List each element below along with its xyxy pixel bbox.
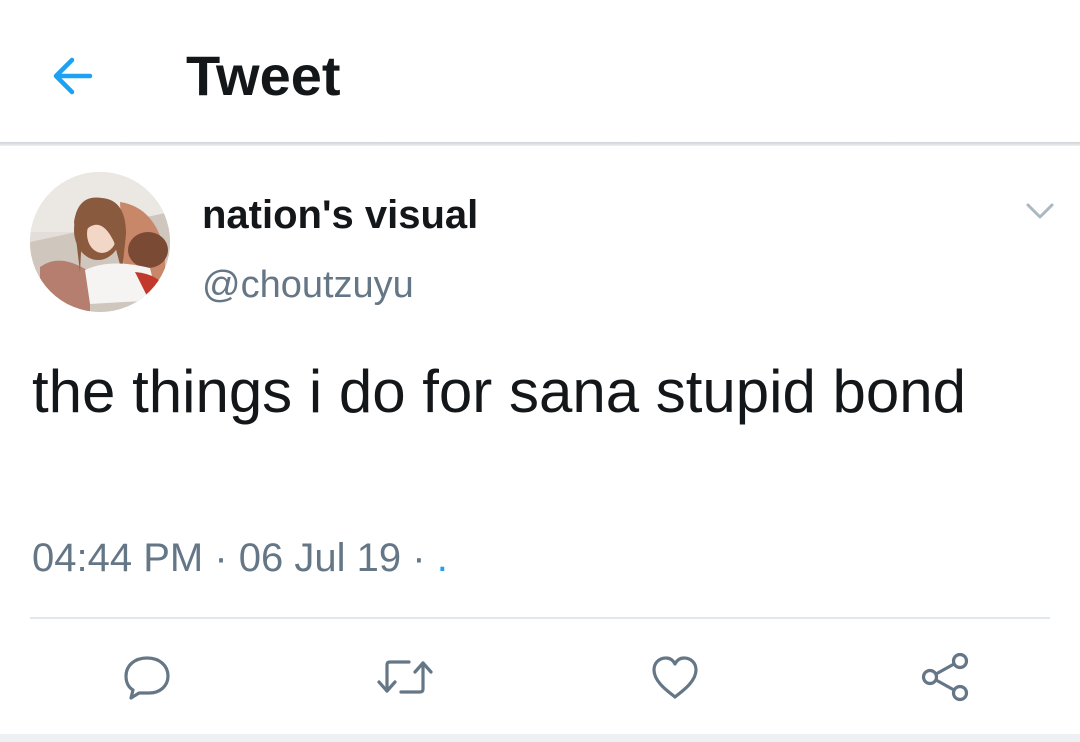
retweet-icon — [375, 655, 435, 699]
share-button[interactable] — [910, 640, 980, 714]
action-divider — [30, 617, 1050, 619]
arrow-left-icon — [50, 56, 94, 96]
tweet-menu-button[interactable] — [1018, 194, 1062, 228]
tweet-meta: 04:44 PM · 06 Jul 19 · . — [32, 534, 448, 582]
retweet-button[interactable] — [370, 640, 440, 714]
avatar-image — [30, 172, 170, 312]
meta-separator: · — [214, 536, 228, 580]
chevron-down-icon — [1025, 202, 1055, 220]
meta-separator: · — [412, 536, 426, 580]
tweet-source-link[interactable]: . — [437, 536, 448, 580]
tweet-time: 04:44 PM — [32, 536, 204, 580]
bottom-divider — [0, 734, 1080, 742]
like-button[interactable] — [640, 640, 710, 714]
reply-button[interactable] — [112, 640, 182, 714]
user-handle[interactable]: @choutzuyu — [202, 262, 414, 308]
avatar[interactable] — [30, 172, 170, 312]
header-divider — [0, 142, 1080, 146]
tweet-text: the things i do for sana stupid bond — [32, 358, 966, 425]
action-bar — [0, 640, 1080, 714]
tweet-date: 06 Jul 19 — [238, 536, 402, 580]
page-title: Tweet — [186, 44, 341, 107]
heart-icon — [649, 653, 701, 701]
back-button[interactable] — [44, 48, 100, 104]
app-header: Tweet — [0, 0, 1080, 142]
share-icon — [917, 651, 973, 703]
reply-icon — [121, 653, 173, 701]
display-name[interactable]: nation's visual — [202, 192, 478, 238]
